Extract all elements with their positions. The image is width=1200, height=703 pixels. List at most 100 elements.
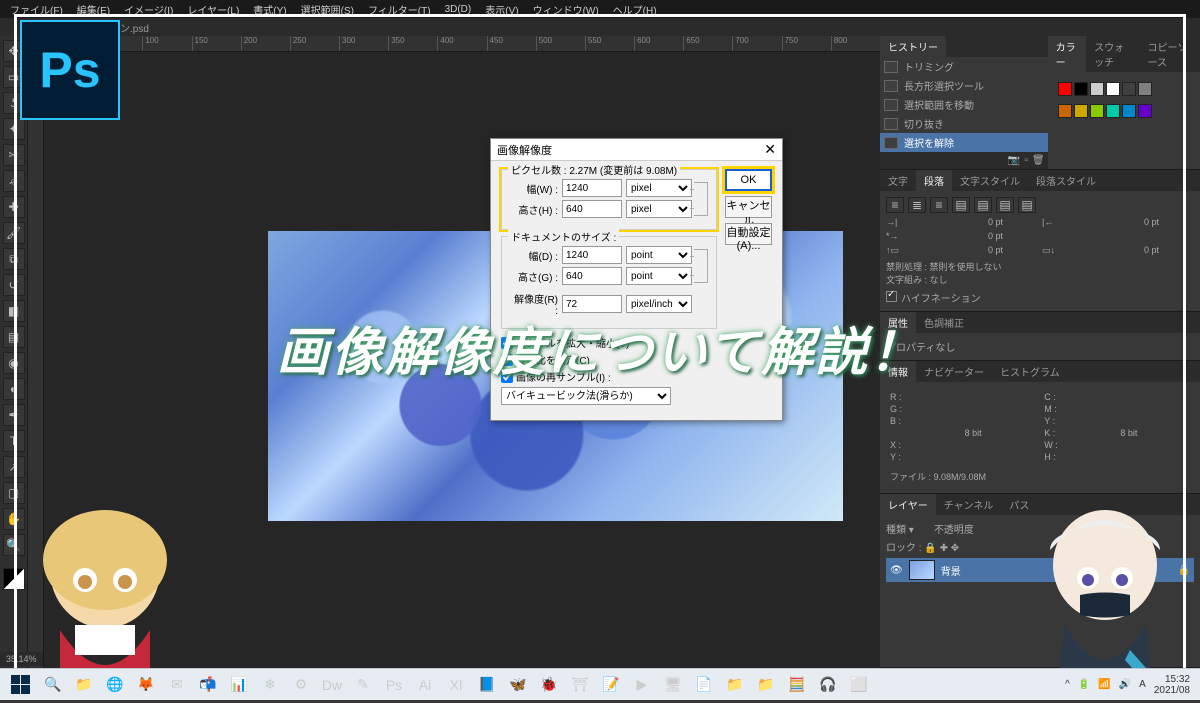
- justify-right-icon[interactable]: ▤: [996, 197, 1014, 213]
- height-input[interactable]: [562, 200, 622, 218]
- taskbar-app-icon[interactable]: 📁: [720, 671, 750, 699]
- taskbar-app-icon[interactable]: 🧮: [782, 671, 812, 699]
- taskbar-app-icon[interactable]: ❄: [255, 671, 285, 699]
- link-icon[interactable]: [694, 249, 708, 283]
- menu-window[interactable]: ウィンドウ(W): [527, 0, 605, 19]
- tray-date[interactable]: 2021/08: [1154, 685, 1190, 696]
- stamp-tool-icon[interactable]: ⧉: [3, 248, 25, 270]
- gradient-tool-icon[interactable]: ▤: [3, 326, 25, 348]
- taskbar-app-icon[interactable]: ⛩: [565, 671, 595, 699]
- swatch[interactable]: [1058, 104, 1072, 118]
- menu-select[interactable]: 選択範囲(S): [295, 0, 360, 19]
- kinsoku-select[interactable]: 禁則を使用しない: [930, 262, 1002, 272]
- tab-properties[interactable]: 属性: [880, 312, 916, 333]
- tray-sound-icon[interactable]: 🔊: [1119, 679, 1131, 690]
- swatch[interactable]: [1106, 104, 1120, 118]
- menu-layer[interactable]: レイヤー(L): [181, 0, 245, 19]
- swatch[interactable]: [1106, 82, 1120, 96]
- tab-swatches[interactable]: スウォッチ: [1086, 36, 1139, 72]
- taskbar-app-icon[interactable]: 🔍: [38, 671, 68, 699]
- tray-up-icon[interactable]: ^: [1065, 679, 1070, 690]
- taskbar-app-icon[interactable]: 🎧: [813, 671, 843, 699]
- taskbar-app-icon[interactable]: 📁: [751, 671, 781, 699]
- swatch[interactable]: [1090, 82, 1104, 96]
- history-item[interactable]: トリミング: [880, 57, 1048, 76]
- taskbar-app-icon[interactable]: 📝: [596, 671, 626, 699]
- swatch[interactable]: [1074, 82, 1088, 96]
- taskbar-app-icon[interactable]: ✎: [348, 671, 378, 699]
- tab-info[interactable]: 情報: [880, 361, 916, 382]
- swatch[interactable]: [1122, 104, 1136, 118]
- tab-copysource[interactable]: コピーソース: [1139, 36, 1200, 72]
- taskbar-app-icon[interactable]: ⬜: [844, 671, 874, 699]
- pen-tool-icon[interactable]: ✒: [3, 404, 25, 426]
- menu-edit[interactable]: 編集(E): [71, 0, 116, 19]
- doc-height-unit-select[interactable]: point: [626, 267, 692, 285]
- width-unit-select[interactable]: pixel: [626, 179, 692, 197]
- resolution-input[interactable]: [562, 295, 622, 313]
- taskbar-app-icon[interactable]: Ps: [379, 671, 409, 699]
- taskbar-app-icon[interactable]: 📘: [472, 671, 502, 699]
- indent-first-value[interactable]: 0 pt: [988, 231, 1038, 241]
- doc-width-input[interactable]: [562, 246, 622, 264]
- taskbar-app-icon[interactable]: ⚙: [286, 671, 316, 699]
- tray-wifi-icon[interactable]: 📶: [1098, 679, 1110, 690]
- taskbar-app-icon[interactable]: Ai: [410, 671, 440, 699]
- taskbar-app-icon[interactable]: 🦊: [131, 671, 161, 699]
- auto-button[interactable]: 自動設定(A)...: [725, 223, 772, 245]
- history-delete-icon[interactable]: 🗑: [1032, 155, 1045, 166]
- start-button[interactable]: [4, 671, 36, 699]
- history-new-icon[interactable]: ▫: [1024, 155, 1028, 166]
- taskbar-app-icon[interactable]: 🐞: [534, 671, 564, 699]
- taskbar-app-icon[interactable]: 📊: [224, 671, 254, 699]
- taskbar-app-icon[interactable]: Xl: [441, 671, 471, 699]
- menu-3d[interactable]: 3D(D): [439, 2, 478, 17]
- justify-center-icon[interactable]: ▤: [974, 197, 992, 213]
- tab-character[interactable]: 文字: [880, 170, 916, 191]
- swatch[interactable]: [1090, 104, 1104, 118]
- taskbar-app-icon[interactable]: 🌐: [100, 671, 130, 699]
- resample-method-select[interactable]: バイキュービック法(滑らか): [501, 387, 671, 405]
- swatch[interactable]: [1074, 104, 1088, 118]
- swatch[interactable]: [1138, 82, 1152, 96]
- ok-button[interactable]: OK: [725, 169, 772, 191]
- constrain-checkbox[interactable]: [501, 354, 513, 366]
- eraser-tool-icon[interactable]: ◧: [3, 300, 25, 322]
- dialog-titlebar[interactable]: 画像解像度 ✕: [491, 139, 782, 161]
- path-tool-icon[interactable]: ↗: [3, 456, 25, 478]
- swatch[interactable]: [1122, 82, 1136, 96]
- dodge-tool-icon[interactable]: ◐: [3, 378, 25, 400]
- justify-all-icon[interactable]: ▤: [1018, 197, 1036, 213]
- taskbar-app-icon[interactable]: Dw: [317, 671, 347, 699]
- tab-adjustments[interactable]: 色調補正: [916, 312, 972, 333]
- tray-time[interactable]: 15:32: [1154, 674, 1190, 685]
- link-icon[interactable]: [694, 182, 708, 216]
- tab-histogram[interactable]: ヒストグラム: [992, 361, 1068, 382]
- menu-file[interactable]: ファイル(F): [4, 0, 69, 19]
- tray-battery-icon[interactable]: 🔋: [1078, 679, 1090, 690]
- justify-left-icon[interactable]: ▤: [952, 197, 970, 213]
- doc-width-unit-select[interactable]: point: [626, 246, 692, 264]
- crop-tool-icon[interactable]: ✂: [3, 144, 25, 166]
- scale-styles-checkbox[interactable]: [501, 337, 513, 349]
- space-before-value[interactable]: 0 pt: [988, 245, 1038, 256]
- tab-history[interactable]: ヒストリー: [880, 36, 946, 57]
- visibility-icon[interactable]: 👁: [890, 565, 903, 576]
- taskbar-app-icon[interactable]: 🦋: [503, 671, 533, 699]
- taskbar-app-icon[interactable]: 🖥: [658, 671, 688, 699]
- tab-para-styles[interactable]: 段落スタイル: [1028, 170, 1104, 191]
- history-item[interactable]: 切り抜き: [880, 114, 1048, 133]
- width-input[interactable]: [562, 179, 622, 197]
- indent-right-value[interactable]: 0 pt: [1144, 217, 1194, 227]
- menu-filter[interactable]: フィルター(T): [362, 0, 437, 19]
- tab-paragraph[interactable]: 段落: [916, 170, 952, 191]
- wand-tool-icon[interactable]: ✦: [3, 118, 25, 140]
- history-snapshot-icon[interactable]: 📷: [1008, 155, 1020, 166]
- brush-tool-icon[interactable]: 🖌: [3, 222, 25, 244]
- cancel-button[interactable]: キャンセル: [725, 196, 772, 218]
- space-after-value[interactable]: 0 pt: [1144, 245, 1194, 256]
- height-unit-select[interactable]: pixel: [626, 200, 692, 218]
- menu-view[interactable]: 表示(V): [479, 0, 524, 19]
- tab-char-styles[interactable]: 文字スタイル: [952, 170, 1028, 191]
- history-item[interactable]: 選択範囲を移動: [880, 95, 1048, 114]
